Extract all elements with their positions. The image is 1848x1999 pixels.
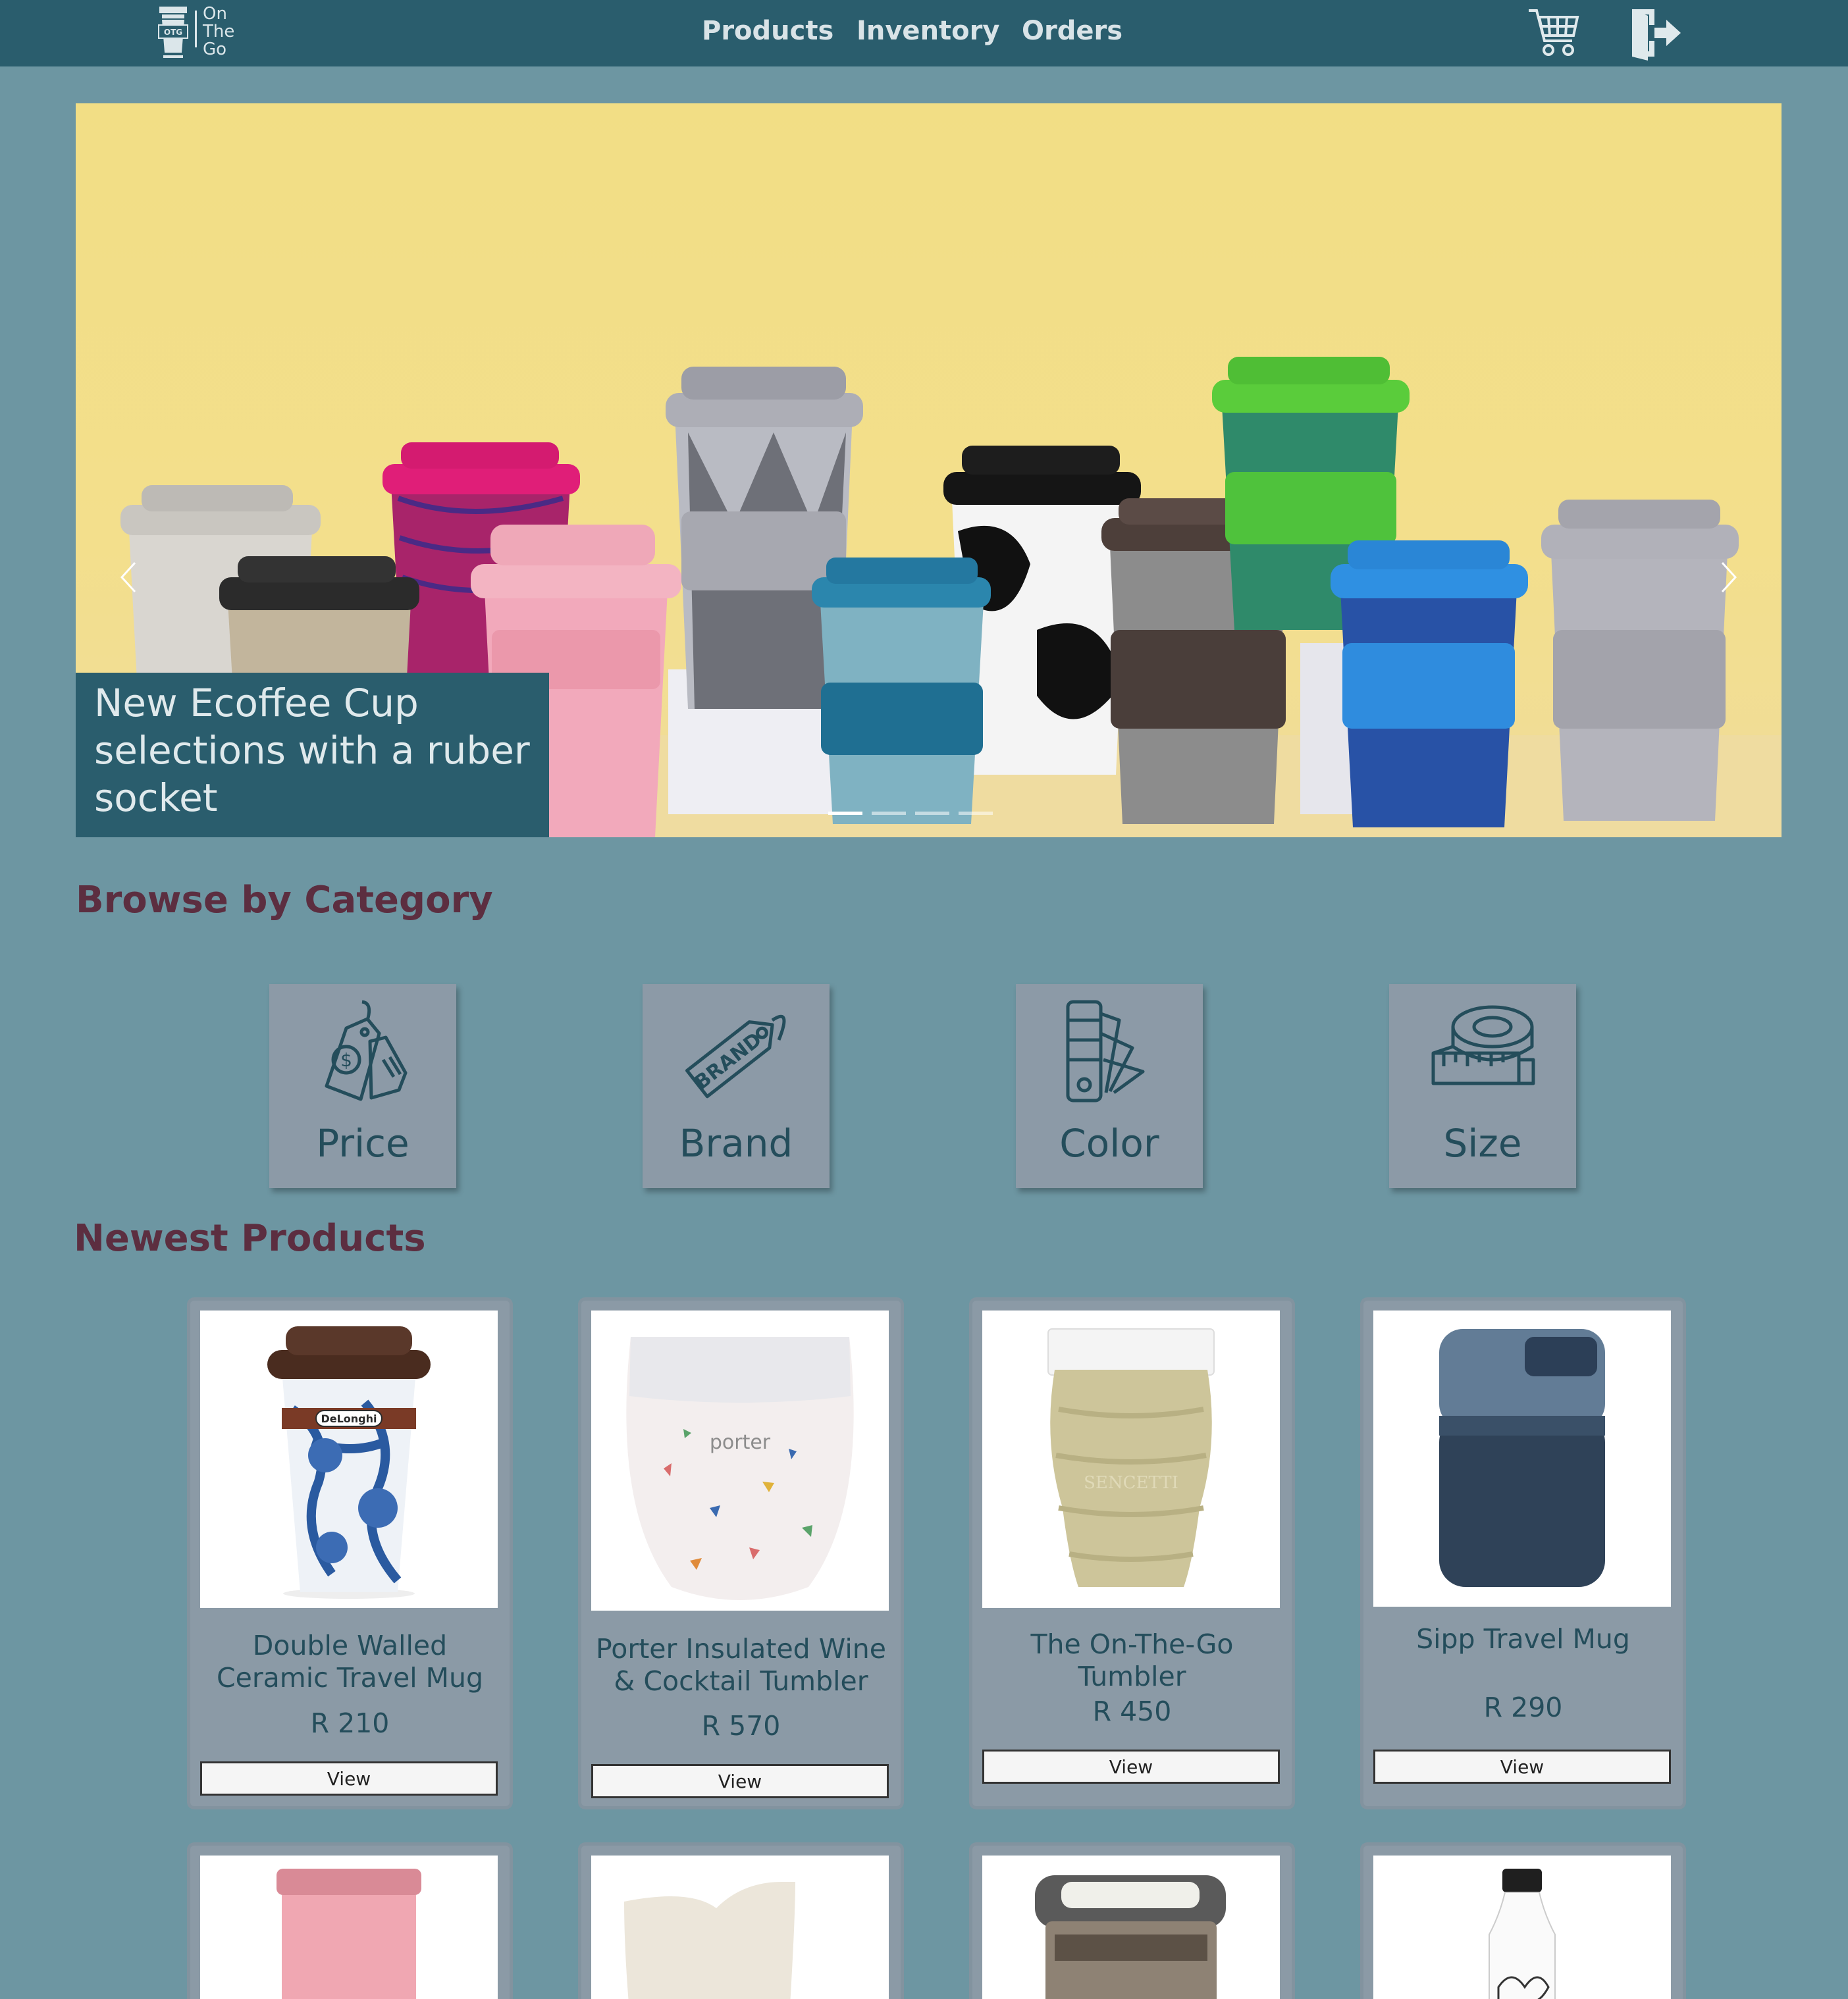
cart-icon[interactable] (1527, 7, 1580, 58)
product-image[interactable] (1373, 1856, 1671, 1999)
product-image[interactable] (982, 1856, 1280, 1999)
product-card: DeLonghi Double Walled Ceramic Travel Mu… (190, 1301, 510, 1806)
wine-tumbler-image: porter (626, 1337, 854, 1600)
product-image[interactable]: porter (591, 1311, 889, 1611)
nav-orders[interactable]: Orders (1022, 16, 1122, 46)
product-name: Porter Insulated Wine & Cocktail Tumbler (596, 1633, 886, 1697)
logo-wordmark: On The Go (203, 5, 234, 59)
product-price: R 290 (1483, 1692, 1563, 1723)
product-price: R 210 (310, 1707, 390, 1739)
cup-blue-pattern (812, 558, 991, 824)
color-swatch-icon (1066, 1000, 1145, 1103)
category-price[interactable]: $ Price (269, 984, 456, 1188)
product-brand-mark: SENCETTI (1084, 1473, 1178, 1493)
carousel-caption: New Ecoffee Cup selections with a ruber … (76, 673, 549, 837)
chevron-left-icon[interactable] (115, 558, 142, 597)
logout-icon[interactable] (1628, 5, 1683, 61)
product-card: Sipp Travel Mug R 290 View (1363, 1301, 1683, 1806)
svg-text:$: $ (340, 1049, 352, 1071)
tumbler-image: SENCETTI (1047, 1328, 1215, 1587)
view-product-button[interactable]: View (200, 1761, 498, 1796)
category-brand[interactable]: BRAND Brand (643, 984, 830, 1188)
top-navbar: OTG On The Go Products Inventory Orders (0, 0, 1848, 66)
product-image[interactable]: DeLonghi (200, 1311, 498, 1608)
brand-logo[interactable]: OTG On The Go (157, 5, 242, 61)
category-label: Price (316, 1121, 409, 1166)
cream-cup-image (624, 1882, 795, 1999)
product-brand-mark: DeLonghi (321, 1413, 377, 1425)
carousel-indicator[interactable] (959, 812, 993, 815)
chevron-right-icon[interactable] (1716, 558, 1742, 597)
water-bottle-image (1489, 1869, 1556, 1999)
sipp-mug-image (1439, 1329, 1605, 1587)
logo-line-1: On (203, 4, 227, 24)
view-product-button[interactable]: View (1373, 1750, 1671, 1784)
cup-bright-blue (1331, 540, 1528, 827)
logo-divider (195, 11, 197, 47)
carousel-indicators (828, 812, 993, 818)
carousel-indicator[interactable] (915, 812, 949, 815)
measuring-tape-icon (1431, 1005, 1535, 1085)
browse-category-heading: Browse by Category (76, 879, 493, 922)
product-card: SENCETTI The On-The-Go Tumbler R 450 Vie… (972, 1301, 1292, 1806)
nav-inventory[interactable]: Inventory (857, 16, 999, 46)
product-image[interactable] (1373, 1311, 1671, 1607)
brand-tag-icon: BRAND (685, 1014, 786, 1099)
travel-mug-image: DeLonghi (267, 1326, 431, 1599)
cup-light-grey (1541, 500, 1739, 821)
logo-line-2: The (203, 22, 235, 41)
product-price: R 450 (1092, 1696, 1172, 1727)
product-brand-mark: porter (710, 1431, 771, 1454)
category-size[interactable]: Size (1389, 984, 1576, 1188)
category-label: Color (1059, 1121, 1159, 1166)
product-image[interactable] (200, 1856, 498, 1999)
price-tag-icon: $ (325, 1000, 408, 1101)
view-product-button[interactable]: View (982, 1750, 1280, 1784)
product-card (972, 1846, 1292, 1999)
product-name: The On-The-Go Tumbler (1030, 1628, 1234, 1692)
category-label: Brand (679, 1121, 793, 1166)
pink-mug-image (277, 1869, 421, 1999)
view-product-button[interactable]: View (591, 1764, 889, 1798)
product-card (581, 1846, 901, 1999)
logo-line-3: Go (203, 39, 227, 59)
carousel-indicator[interactable] (872, 812, 906, 815)
category-label: Size (1443, 1121, 1522, 1166)
product-price: R 570 (701, 1710, 781, 1742)
carousel-caption-text: New Ecoffee Cup selections with a ruber … (94, 681, 530, 820)
carousel-indicator[interactable] (828, 812, 862, 815)
nav-products[interactable]: Products (702, 16, 833, 46)
product-image[interactable]: SENCETTI (982, 1311, 1280, 1608)
product-image[interactable] (591, 1856, 889, 1999)
product-name: Double Walled Ceramic Travel Mug (216, 1630, 484, 1694)
glass-cup-image (1035, 1875, 1226, 1999)
logo-cup-icon: OTG (158, 7, 188, 58)
product-card: porter Porter Insulated Wine & Cocktail … (581, 1301, 901, 1806)
product-card (1363, 1846, 1683, 1999)
product-name: Sipp Travel Mug (1416, 1623, 1630, 1655)
newest-products-heading: Newest Products (74, 1217, 426, 1260)
hero-carousel[interactable]: New Ecoffee Cup selections with a ruber … (76, 103, 1782, 837)
product-card (190, 1846, 510, 1999)
logo-small-text: OTG (164, 28, 182, 37)
category-color[interactable]: Color (1016, 984, 1203, 1188)
